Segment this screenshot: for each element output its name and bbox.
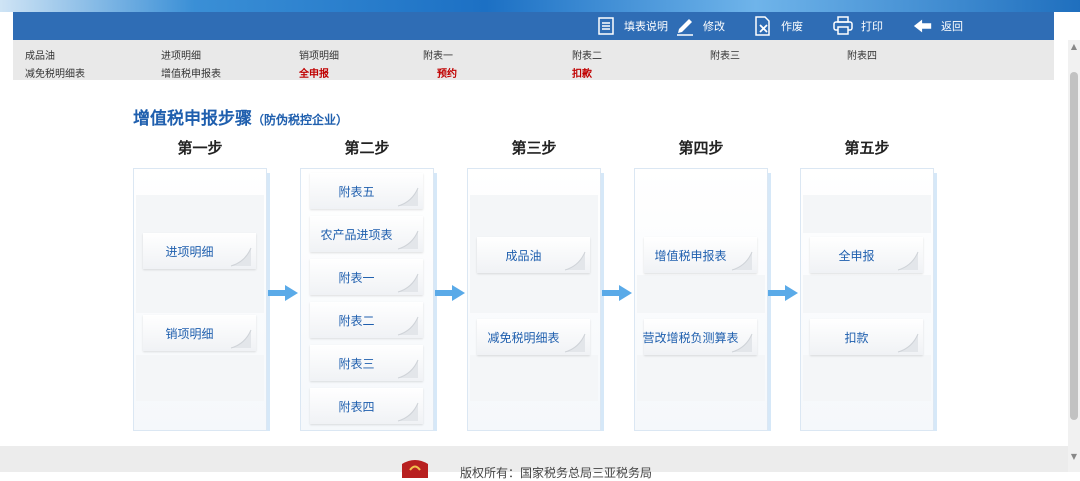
step-3-band	[470, 355, 598, 401]
step-4-item-vat-burden-calc[interactable]: 营改增税负测算表	[642, 319, 757, 355]
step-5-band	[803, 195, 931, 233]
page-curl-icon	[397, 273, 419, 293]
right-arrow-icon	[268, 285, 298, 301]
back-button[interactable]: 返回	[913, 12, 963, 40]
page-curl-icon	[731, 251, 753, 271]
page-curl-icon	[230, 329, 252, 349]
step-4-band	[637, 355, 765, 401]
sub-navigation: 成品油 进项明细 销项明细 附表一 附表二 附表三 附表四 减免税明细表 增值税…	[13, 40, 1054, 80]
step-4-title: 第四步	[678, 139, 724, 157]
scrollbar-thumb[interactable]	[1070, 72, 1078, 420]
scroll-up-icon[interactable]: ▲	[1069, 42, 1079, 52]
step-5-column: 全申报 扣款	[800, 168, 937, 431]
print-button[interactable]: 打印	[833, 12, 883, 40]
scroll-down-icon[interactable]: ▼	[1069, 452, 1079, 462]
nav-refined-oil[interactable]: 成品油	[25, 47, 55, 62]
step-3-item-refined-oil[interactable]: 成品油	[477, 237, 590, 273]
modify-label: 修改	[703, 20, 725, 33]
header-banner	[0, 0, 1080, 12]
step-3-title: 第三步	[511, 139, 557, 157]
void-button[interactable]: 作废	[753, 12, 803, 40]
toolbar: 填表说明 修改 作废 打印 返回	[13, 12, 1054, 40]
step-1-column: 进项明细 销项明细	[133, 168, 270, 431]
page-curl-icon	[731, 333, 753, 353]
print-label: 打印	[861, 20, 883, 33]
page-curl-icon	[397, 359, 419, 379]
step-2-item-schedule-4[interactable]: 附表四	[310, 388, 423, 424]
step-2-item-schedule-3[interactable]: 附表三	[310, 345, 423, 381]
step-5-item-deduction[interactable]: 扣款	[810, 319, 923, 355]
step-4-item-vat-return[interactable]: 增值税申报表	[644, 237, 757, 273]
step-2-item-schedule-5[interactable]: 附表五	[310, 173, 423, 209]
nav-schedule-1[interactable]: 附表一	[423, 47, 453, 62]
step-5-item-full-declaration[interactable]: 全申报	[810, 237, 923, 273]
page-curl-icon	[564, 251, 586, 271]
fill-instructions-label: 填表说明	[624, 20, 668, 33]
nav-output-detail[interactable]: 销项明细	[299, 47, 339, 62]
step-5-band	[803, 275, 931, 313]
nav-deduction[interactable]: 扣款	[572, 65, 592, 80]
page-curl-icon	[897, 251, 919, 271]
page-curl-icon	[397, 402, 419, 422]
document-list-icon	[596, 16, 616, 36]
step-2-item-agricultural-input[interactable]: 农产品进项表	[310, 216, 423, 252]
step-2-title: 第二步	[344, 139, 390, 157]
nav-vat-return[interactable]: 增值税申报表	[161, 65, 221, 80]
printer-icon	[833, 16, 853, 36]
nav-schedule-2[interactable]: 附表二	[572, 47, 602, 62]
step-1-item-output-detail[interactable]: 销项明细	[143, 315, 256, 351]
page-curl-icon	[897, 333, 919, 353]
void-label: 作废	[781, 20, 803, 33]
page-curl-icon	[564, 333, 586, 353]
tax-bureau-emblem-icon	[402, 460, 428, 478]
nav-full-declaration[interactable]: 全申报	[299, 65, 329, 80]
modify-button[interactable]: 修改	[675, 12, 725, 40]
footer-copyright: 版权所有：国家税务总局三亚税务局	[460, 466, 653, 480]
right-arrow-icon	[435, 285, 465, 301]
right-arrow-icon	[602, 285, 632, 301]
step-1-title: 第一步	[177, 139, 223, 157]
page-curl-icon	[230, 247, 252, 267]
page-curl-icon	[397, 316, 419, 336]
page-title-text: 增值税申报步骤	[133, 109, 252, 129]
page-curl-icon	[397, 187, 419, 207]
step-4-band	[637, 275, 765, 313]
step-3-item-tax-exemption-detail[interactable]: 减免税明细表	[477, 319, 590, 355]
nav-schedule-3[interactable]: 附表三	[710, 47, 740, 62]
fill-instructions-button[interactable]: 填表说明	[596, 12, 668, 40]
nav-appointment[interactable]: 预约	[437, 65, 457, 80]
page-title: 增值税申报步骤（防伪税控企业）	[133, 104, 348, 129]
step-5-band	[803, 355, 931, 401]
step-2-item-schedule-2[interactable]: 附表二	[310, 302, 423, 338]
page-curl-icon	[397, 230, 419, 250]
cancel-document-icon	[753, 16, 773, 36]
back-label: 返回	[941, 20, 963, 33]
step-2-column: 附表五 农产品进项表 附表一 附表二 附表三 附表四	[300, 168, 437, 431]
back-arrow-icon	[913, 16, 933, 36]
step-5-title: 第五步	[844, 139, 890, 157]
pencil-icon	[675, 16, 695, 36]
right-arrow-icon	[768, 285, 798, 301]
nav-schedule-4[interactable]: 附表四	[847, 47, 877, 62]
step-2-item-schedule-1[interactable]: 附表一	[310, 259, 423, 295]
step-1-band	[136, 355, 264, 401]
nav-input-detail[interactable]: 进项明细	[161, 47, 201, 62]
step-4-column: 增值税申报表 营改增税负测算表	[634, 168, 771, 431]
step-3-column: 成品油 减免税明细表	[467, 168, 604, 431]
page-subtitle: （防伪税控企业）	[252, 113, 349, 127]
nav-tax-exemption-detail[interactable]: 减免税明细表	[25, 65, 85, 80]
step-1-item-input-detail[interactable]: 进项明细	[143, 233, 256, 269]
